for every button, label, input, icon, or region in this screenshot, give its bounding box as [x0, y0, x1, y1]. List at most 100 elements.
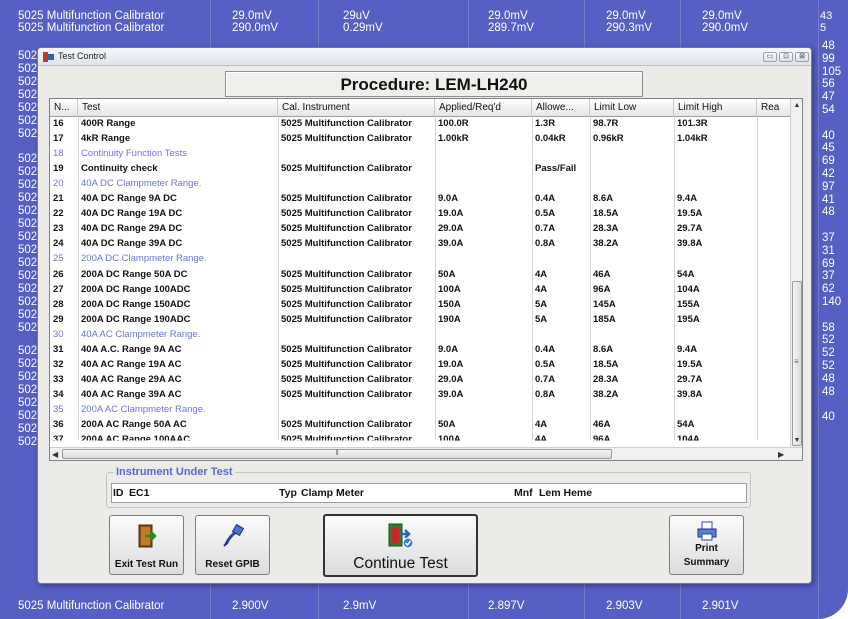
background-row: 5025 Multifunction Calibrator 2.900V 2.9mV…	[0, 600, 848, 612]
exit-test-run-button[interactable]: Exit Test Run	[109, 515, 184, 575]
background-right-value: 52	[822, 334, 835, 347]
background-right-value: 40	[822, 411, 835, 424]
table-row[interactable]: 21 40A DC Range 9A DC 5025 Multifunction C…	[50, 193, 792, 205]
cell-test: 200A AC Range 100AAC	[81, 434, 191, 446]
cell-test: 40A DC Range 39A DC	[81, 238, 183, 250]
cell-low: 8.6A	[593, 193, 614, 205]
cell-allowed: 0.04kR	[535, 133, 566, 145]
manufacturer-label: Mnf	[514, 484, 533, 502]
section-row[interactable]: 20 40A DC Clampmeter Range.	[50, 178, 792, 190]
background-side-label: 502	[18, 89, 38, 101]
cell-inst: 5025 Multifunction Calibrator	[281, 208, 412, 220]
scroll-down-arrow-icon[interactable]: ▼	[791, 434, 802, 448]
print-summary-label-line2: Summary	[683, 557, 730, 568]
table-row[interactable]: 26 200A DC Range 50A DC 5025 Multifunction…	[50, 269, 792, 281]
cell-allowed: 0.4A	[535, 193, 556, 205]
table-row[interactable]: 23 40A DC Range 29A DC 5025 Multifunction …	[50, 223, 792, 235]
table-row[interactable]: 17 4kR Range 5025 Multifunction Calibrator…	[50, 133, 792, 145]
section-row[interactable]: 35 200A AC Clampmeter Range.	[50, 404, 792, 416]
minimize-button[interactable]: ▭	[763, 52, 777, 62]
cell-applied: 39.0A	[438, 238, 464, 250]
background-right-value: 48	[822, 40, 835, 52]
type-label: Typ	[279, 484, 297, 502]
instrument-under-test-group: Instrument Under Test ID EC1 Typ Clamp M…	[106, 466, 751, 508]
window-title: Test Control	[58, 51, 107, 61]
close-button[interactable]: ⊠	[795, 52, 809, 62]
table-row[interactable]: 37 200A AC Range 100AAC 5025 Multifunction…	[50, 434, 792, 446]
continue-test-button[interactable]: Continue Test	[323, 514, 478, 577]
cell-low	[590, 163, 674, 175]
column-header-allowed[interactable]: Allowe...	[532, 99, 590, 117]
cell-n: 32	[53, 358, 64, 370]
scroll-right-arrow-icon[interactable]: ▶	[778, 448, 784, 460]
background-side-label: 502	[18, 309, 38, 321]
cell-test: 40A AC Clampmeter Range.	[81, 328, 201, 340]
horizontal-scrollbar[interactable]: ◀ ⦀ ▶	[50, 447, 802, 460]
instrument-under-test-legend: Instrument Under Test	[114, 466, 235, 478]
cell-low: 185A	[593, 313, 616, 325]
background-cell: 2.9mV	[343, 600, 377, 612]
background-cell: 290.3mV	[606, 22, 653, 34]
cell-n: 25	[53, 253, 64, 265]
column-header-number[interactable]: N...	[50, 99, 78, 117]
table-row[interactable]: 22 40A DC Range 19A DC 5025 Multifunction …	[50, 208, 792, 220]
background-side-label: 502	[18, 244, 38, 256]
cell-test: 200A AC Range 50A AC	[81, 419, 187, 430]
section-row[interactable]: 18 Continuity Function Tests	[50, 148, 792, 160]
cell-low: 18.5A	[593, 358, 619, 370]
table-row[interactable]: 29 200A DC Range 190ADC 5025 Multifunction…	[50, 314, 792, 326]
table-row[interactable]: 19 Continuity check 5025 Multifunction Cal…	[50, 163, 792, 175]
cell-test: 200A DC Range 190ADC	[81, 313, 191, 325]
column-header-limit-high[interactable]: Limit High	[674, 99, 757, 117]
vertical-scroll-thumb[interactable]: ≡	[792, 281, 802, 446]
vertical-scrollbar[interactable]: ▲ ≡ ▼	[790, 99, 802, 448]
instrument-info-box	[111, 483, 747, 503]
cell-test: 40A DC Range 19A DC	[81, 208, 183, 220]
background-side-label: 502	[18, 322, 38, 334]
cell-low: 38.2A	[593, 238, 619, 250]
table-row[interactable]: 27 200A DC Range 100ADC 5025 Multifunction…	[50, 284, 792, 296]
cell-test: 200A DC Range 150ADC	[81, 298, 191, 310]
reset-gpib-button[interactable]: Reset GPIB	[195, 515, 270, 575]
cell-high: 39.8A	[677, 238, 703, 250]
background-cell: 0.29mV	[343, 22, 383, 34]
column-header-test[interactable]: Test	[78, 99, 278, 117]
table-row[interactable]: 34 40A AC Range 39A AC 5025 Multifunction …	[50, 389, 792, 401]
cell-applied: 50A	[438, 419, 456, 430]
scroll-up-arrow-icon[interactable]: ▲	[791, 99, 802, 113]
cell-n: 36	[53, 419, 64, 430]
horizontal-scroll-thumb[interactable]: ⦀	[62, 449, 612, 459]
section-row[interactable]: 30 40A AC Clampmeter Range.	[50, 329, 792, 341]
cell-allowed: 5A	[535, 313, 548, 325]
background-cell: 29.0mV	[606, 10, 646, 22]
table-row[interactable]: 33 40A AC Range 29A AC 5025 Multifunction …	[50, 374, 792, 386]
id-label: ID	[113, 484, 124, 502]
table-row[interactable]: 31 40A A.C. Range 9A AC 5025 Multifunction…	[50, 344, 792, 356]
print-summary-button[interactable]: Print Summary	[669, 515, 744, 575]
title-bar[interactable]: Test Control ▭ ⊡ ⊠	[38, 48, 811, 66]
table-row[interactable]: 32 40A AC Range 19A AC 5025 Multifunction …	[50, 359, 792, 371]
column-header-applied[interactable]: Applied/Req'd	[435, 99, 532, 117]
background-side-label: 502	[18, 50, 38, 62]
background-side-label: 502	[18, 296, 38, 308]
column-header-cal-instrument[interactable]: Cal. Instrument	[278, 99, 435, 117]
table-row[interactable]: 16 400R Range 5025 Multifunction Calibrato…	[50, 118, 792, 130]
cell-inst: 5025 Multifunction Calibrator	[281, 343, 412, 355]
background-cell: 2.903V	[606, 600, 643, 612]
cell-test: 4kR Range	[81, 133, 131, 145]
maximize-button[interactable]: ⊡	[779, 52, 793, 62]
table-row[interactable]: 24 40A DC Range 39A DC 5025 Multifunction …	[50, 238, 792, 250]
cell-applied: 19.0A	[438, 208, 464, 220]
test-steps-grid[interactable]: N... Test Cal. Instrument Applied/Req'd …	[49, 98, 803, 461]
column-header-reading[interactable]: Rea	[757, 99, 792, 117]
column-header-limit-low[interactable]: Limit Low	[590, 99, 674, 117]
cell-inst: 5025 Multifunction Calibrator	[281, 358, 412, 370]
background-side-label: 502	[18, 270, 38, 282]
cell-low: 96A	[593, 283, 611, 295]
background-right-value: 42	[822, 168, 835, 180]
table-row[interactable]: 28 200A DC Range 150ADC 5025 Multifunction…	[50, 299, 792, 311]
section-row[interactable]: 25 200A DC Clampmeter Range.	[50, 253, 792, 265]
background-right-value: 37	[822, 232, 835, 244]
scroll-left-arrow-icon[interactable]: ◀	[52, 448, 58, 460]
table-row[interactable]: 36 200A AC Range 50A AC 5025 Multifunction…	[50, 419, 792, 431]
